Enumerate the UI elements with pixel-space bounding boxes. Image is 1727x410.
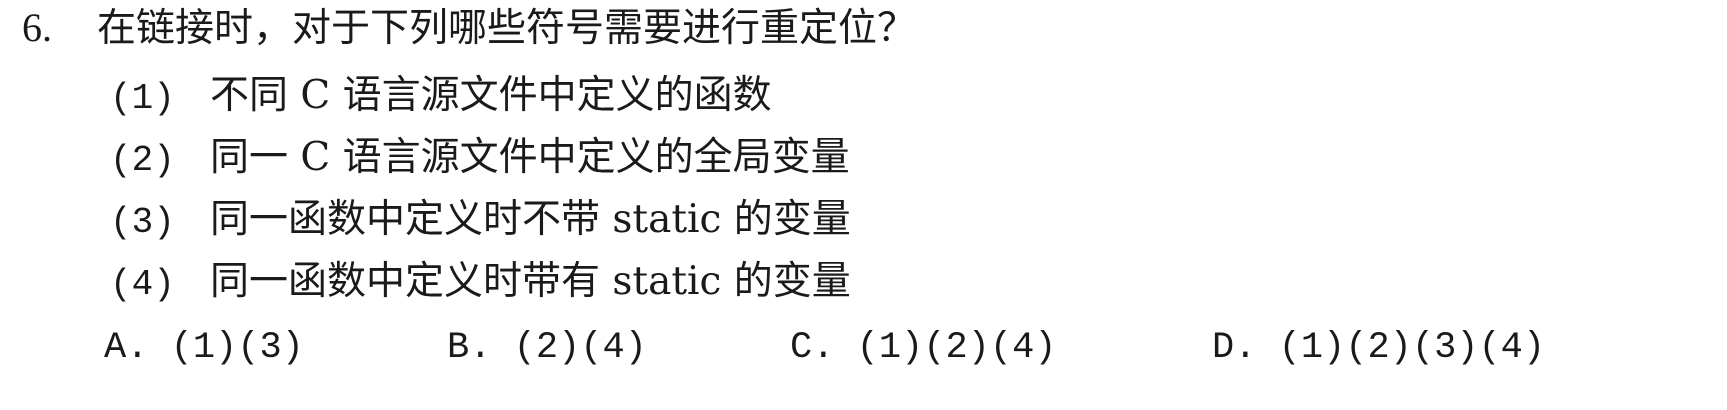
- option-a[interactable]: A. (1)(3): [104, 318, 304, 378]
- item-text: 不同 C 语言源文件中定义的函数: [210, 73, 772, 118]
- option-label: A.: [104, 327, 149, 369]
- item-number: (4): [110, 264, 175, 305]
- item-number: (2): [110, 140, 175, 181]
- list-item: (4) 同一函数中定义时带有 static 的变量: [110, 252, 851, 312]
- option-b[interactable]: B. (2)(4): [447, 318, 647, 378]
- question-block: 6. 在链接时，对于下列哪些符号需要进行重定位？ (1) 不同 C 语言源文件中定义…: [0, 0, 1727, 410]
- item-number: (3): [110, 202, 175, 243]
- question-text: 在链接时，对于下列哪些符号需要进行重定位？: [97, 6, 917, 51]
- list-item: (3) 同一函数中定义时不带 static 的变量: [110, 190, 851, 250]
- option-value: (1)(3): [170, 327, 304, 369]
- item-text: 同一函数中定义时不带 static 的变量: [210, 197, 851, 242]
- option-c[interactable]: C. (1)(2)(4): [790, 318, 1056, 378]
- item-text: 同一函数中定义时带有 static 的变量: [210, 259, 851, 304]
- question-number: 6.: [22, 5, 52, 50]
- list-item: (1) 不同 C 语言源文件中定义的函数: [110, 66, 772, 126]
- answer-options: A. (1)(3) B. (2)(4) C. (1)(2)(4) D. (1)(…: [0, 318, 1727, 378]
- list-item: (2) 同一 C 语言源文件中定义的全局变量: [110, 128, 850, 188]
- option-value: (1)(2)(4): [856, 327, 1057, 369]
- option-d[interactable]: D. (1)(2)(3)(4): [1212, 318, 1545, 378]
- option-value: (1)(2)(3)(4): [1278, 327, 1546, 369]
- option-label: D.: [1212, 327, 1257, 369]
- question-stem: 6. 在链接时，对于下列哪些符号需要进行重定位？: [22, 2, 916, 55]
- option-label: C.: [790, 327, 835, 369]
- option-value: (2)(4): [513, 327, 647, 369]
- item-text: 同一 C 语言源文件中定义的全局变量: [210, 135, 850, 180]
- option-label: B.: [447, 327, 492, 369]
- item-number: (1): [110, 78, 175, 119]
